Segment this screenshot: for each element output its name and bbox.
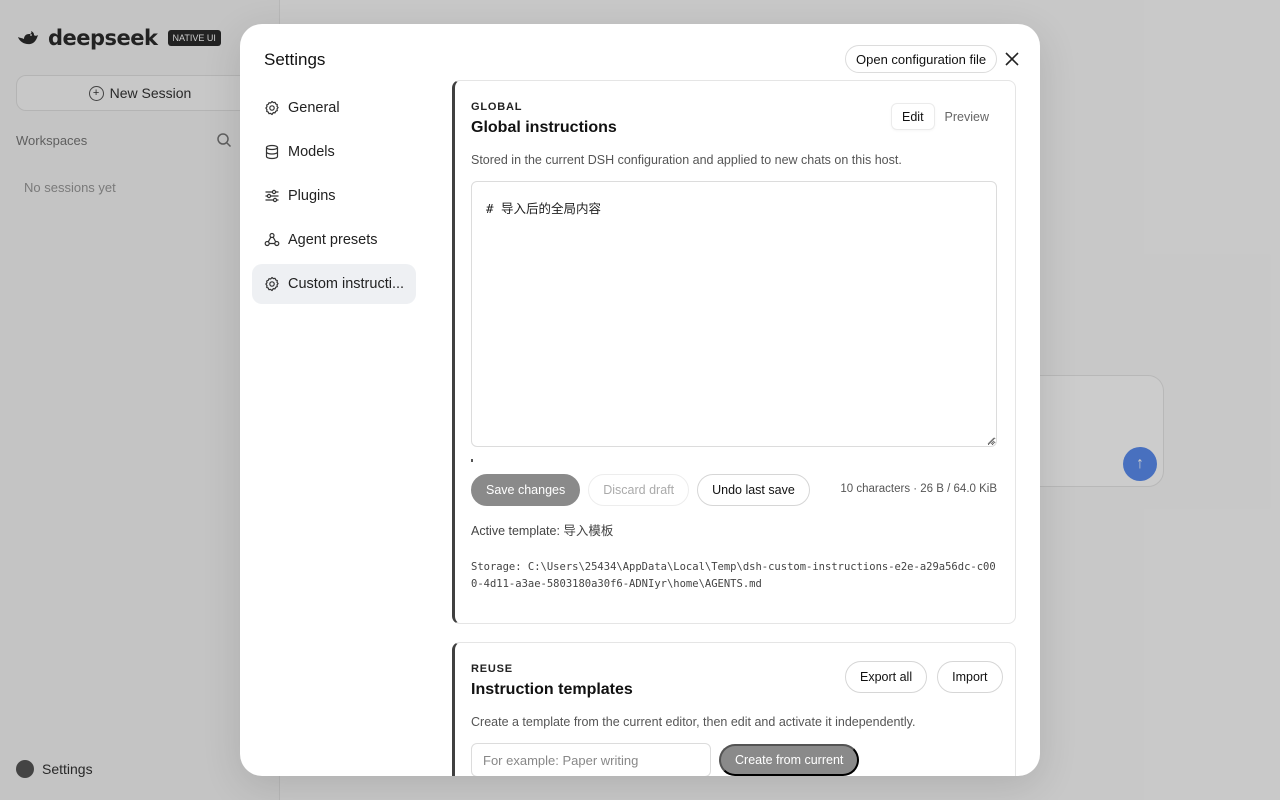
settings-nav: General Models Plugins Agent presets Cus… — [252, 88, 416, 308]
undo-last-save-button[interactable]: Undo last save — [697, 474, 810, 506]
nav-item-agent-presets[interactable]: Agent presets — [252, 220, 416, 260]
tab-edit[interactable]: Edit — [891, 103, 935, 130]
global-title: Global instructions — [471, 119, 617, 136]
open-config-button[interactable]: Open configuration file — [845, 45, 998, 73]
edit-preview-toggle: Edit Preview — [891, 103, 999, 130]
global-instructions-card: GLOBAL Global instructions Edit Preview … — [452, 80, 1016, 624]
nav-label-agent-presets: Agent presets — [288, 232, 378, 248]
modal-title: Settings — [264, 50, 326, 69]
nav-label-custom-instructions: Custom instructi... — [288, 276, 405, 292]
nav-item-plugins[interactable]: Plugins — [252, 176, 416, 216]
storage-path: Storage: C:\Users\25434\AppData\Local\Te… — [471, 561, 996, 590]
close-icon — [1005, 52, 1019, 66]
gear-icon — [264, 100, 280, 116]
nav-item-models[interactable]: Models — [252, 132, 416, 172]
editor-actions: Save changes Discard draft Undo last sav… — [471, 474, 810, 506]
character-counter: 10 characters · 26 B / 64.0 KiB — [840, 483, 997, 495]
discard-draft-button[interactable]: Discard draft — [588, 474, 690, 506]
gear-icon — [264, 276, 280, 292]
import-button[interactable]: Import — [937, 661, 1003, 693]
export-all-button[interactable]: Export all — [845, 661, 928, 693]
nav-label-models: Models — [288, 144, 335, 160]
tab-preview[interactable]: Preview — [935, 103, 999, 130]
active-template-label: Active template: 导入模板 — [471, 524, 614, 538]
settings-modal: Settings Open configuration file General… — [240, 24, 1040, 776]
resize-grip-icon[interactable] — [987, 437, 995, 445]
reuse-title: Instruction templates — [471, 681, 633, 698]
nav-label-general: General — [288, 100, 340, 116]
reuse-description: Create a template from the current edito… — [471, 715, 916, 729]
template-name-input[interactable] — [471, 743, 711, 776]
reuse-actions: Export all Import — [845, 661, 1003, 693]
create-from-current-button[interactable]: Create from current — [719, 744, 860, 776]
global-eyebrow: GLOBAL — [471, 101, 523, 113]
database-icon — [264, 144, 280, 160]
settings-content[interactable]: GLOBAL Global instructions Edit Preview … — [452, 80, 1016, 776]
save-changes-button[interactable]: Save changes — [471, 474, 581, 506]
instruction-templates-card: REUSE Instruction templates Export all I… — [452, 642, 1016, 776]
sliders-icon — [264, 188, 280, 204]
nav-item-general[interactable]: General — [252, 88, 416, 128]
close-button[interactable] — [1000, 48, 1024, 70]
nav-item-custom-instructions[interactable]: Custom instructi... — [252, 264, 416, 304]
nav-label-plugins: Plugins — [288, 188, 336, 204]
agent-icon — [264, 232, 280, 248]
reuse-eyebrow: REUSE — [471, 663, 513, 675]
global-description: Stored in the current DSH configuration … — [471, 153, 902, 167]
status-tick — [471, 459, 473, 462]
global-instructions-editor[interactable] — [471, 181, 997, 447]
